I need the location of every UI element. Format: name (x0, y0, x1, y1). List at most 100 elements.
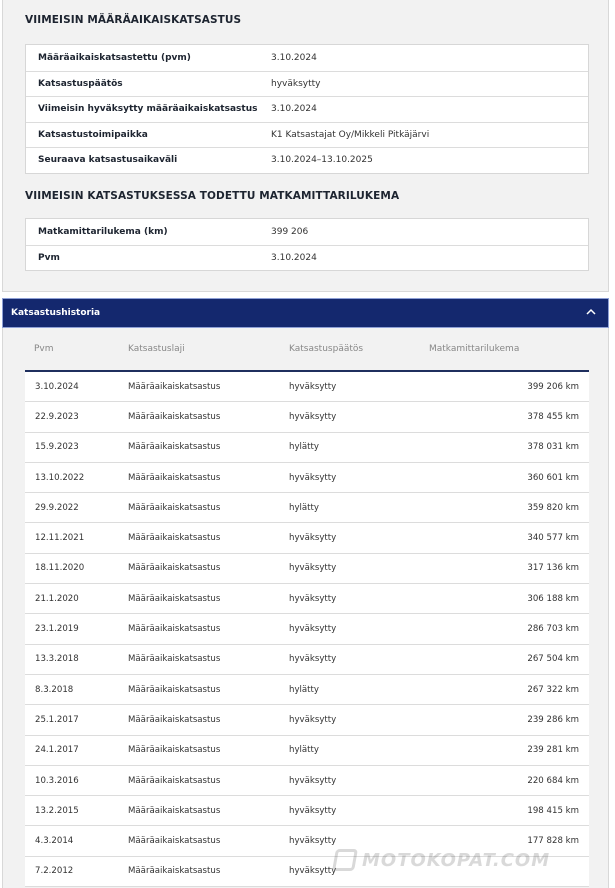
kv-row: Pvm 3.10.2024 (26, 244, 588, 271)
kv-row: Viimeisin hyväksytty määräaikaiskatsastu… (26, 96, 588, 122)
cell-result: hyväksytty (289, 472, 337, 483)
cell-odometer: 220 684 km (527, 775, 579, 786)
kv-value: 3.10.2024 (271, 104, 317, 115)
cell-date: 13.2.2015 (35, 805, 79, 816)
kv-label: Matkamittarilukema (km) (38, 226, 168, 237)
cell-result: hyväksytty (289, 533, 337, 544)
cell-type: Määräaikaiskatsastus (128, 472, 221, 483)
cell-odometer: 306 188 km (527, 593, 579, 604)
cell-date: 23.1.2019 (35, 624, 79, 635)
cell-type: Määräaikaiskatsastus (128, 381, 221, 392)
table-row: 10.3.2016 Määräaikaiskatsastus hyväksytty 2… (25, 765, 589, 797)
kv-row: Katsastustoimipaikka K1 Katsastajat Oy/M… (26, 121, 588, 148)
table-row: 7.2.2012 Määräaikaiskatsastus hyväksytty (25, 856, 589, 888)
kv-value: 399 206 (271, 226, 309, 237)
cell-result: hyväksytty (289, 836, 337, 847)
cell-type: Määräaikaiskatsastus (128, 714, 221, 725)
cell-result: hyväksytty (289, 866, 337, 877)
table-row: 4.3.2014 Määräaikaiskatsastus hyväksytty 17… (25, 826, 589, 857)
table-row: 3.10.2024 Määräaikaiskatsastus hyväksytty 3… (25, 372, 589, 403)
cell-date: 21.1.2020 (35, 593, 79, 604)
cell-date: 7.2.2012 (35, 866, 74, 877)
chevron-up-icon[interactable] (586, 308, 596, 318)
cell-type: Määräaikaiskatsastus (128, 654, 221, 665)
kv-label: Katsastustoimipaikka (38, 129, 148, 140)
cell-result: hyväksytty (289, 381, 337, 392)
cell-result: hylätty (289, 745, 320, 756)
table-row: 13.10.2022 Määräaikaiskatsastus hyväksytty… (25, 462, 589, 494)
cell-date: 24.1.2017 (35, 745, 79, 756)
cell-odometer: 317 136 km (527, 563, 579, 574)
cell-odometer: 267 322 km (527, 684, 579, 695)
history-accordion-header[interactable]: Katsastushistoria (2, 298, 609, 328)
kv-value: 3.10.2024 (271, 252, 317, 263)
cell-type: Määräaikaiskatsastus (128, 563, 221, 574)
cell-type: Määräaikaiskatsastus (128, 593, 221, 604)
latest-inspection-title: VIIMEISIN MÄÄRÄAIKAISKATSASTUS (25, 14, 242, 26)
cell-type: Määräaikaiskatsastus (128, 411, 221, 422)
cell-date: 15.9.2023 (35, 442, 79, 453)
cell-result: hylätty (289, 442, 320, 453)
cell-date: 3.10.2024 (35, 381, 79, 392)
kv-row: Matkamittarilukema (km) 399 206 (26, 219, 588, 245)
odometer-title: VIIMEISIN KATSASTUKSESSA TODETTU MATKAMI… (25, 190, 400, 202)
cell-odometer: 239 286 km (527, 714, 579, 725)
cell-odometer: 286 703 km (527, 624, 579, 635)
cell-result: hyväksytty (289, 563, 337, 574)
table-row: 25.1.2017 Määräaikaiskatsastus hyväksytty 2… (25, 705, 589, 736)
cell-result: hyväksytty (289, 411, 337, 422)
cell-type: Määräaikaiskatsastus (128, 624, 221, 635)
cell-date: 22.9.2023 (35, 411, 79, 422)
column-header-type: Katsastuslaji (128, 344, 185, 354)
cell-type: Määräaikaiskatsastus (128, 836, 221, 847)
kv-label: Seuraava katsastusaikaväli (38, 155, 178, 166)
column-header-result: Katsastuspäätös (289, 344, 364, 354)
table-row: 22.9.2023 Määräaikaiskatsastus hyväksytty 3… (25, 402, 589, 433)
kv-label: Määräaikaiskatsastettu (pvm) (38, 52, 191, 63)
cell-type: Määräaikaiskatsastus (128, 745, 221, 756)
cell-date: 4.3.2014 (35, 836, 74, 847)
kv-label: Katsastuspäätös (38, 78, 123, 89)
cell-odometer: 239 281 km (527, 745, 579, 756)
cell-result: hyväksytty (289, 654, 337, 665)
cell-date: 10.3.2016 (35, 775, 79, 786)
cell-odometer: 177 828 km (527, 836, 579, 847)
table-row: 24.1.2017 Määräaikaiskatsastus hylätty 239 … (25, 735, 589, 766)
cell-odometer: 360 601 km (527, 472, 579, 483)
cell-date: 18.11.2020 (35, 563, 85, 574)
cell-type: Määräaikaiskatsastus (128, 866, 221, 877)
cell-date: 8.3.2018 (35, 684, 74, 695)
table-row: 18.11.2020 Määräaikaiskatsastus hyväksytty… (25, 553, 589, 585)
cell-result: hyväksytty (289, 714, 337, 725)
cell-result: hyväksytty (289, 775, 337, 786)
cell-odometer: 399 206 km (527, 381, 579, 392)
cell-result: hylätty (289, 502, 320, 513)
cell-odometer: 359 820 km (527, 502, 579, 513)
cell-odometer: 267 504 km (527, 654, 579, 665)
cell-result: hylätty (289, 684, 320, 695)
kv-label: Viimeisin hyväksytty määräaikaiskatsastu… (38, 104, 258, 115)
kv-label: Pvm (38, 252, 60, 263)
cell-type: Määräaikaiskatsastus (128, 502, 221, 513)
odometer-table: Matkamittarilukema (km) 399 206 Pvm 3.10… (25, 218, 589, 271)
history-table-header: Pvm Katsastuslaji Katsastuspäätös Matkam… (25, 344, 589, 372)
kv-row: Määräaikaiskatsastettu (pvm) 3.10.2024 (26, 45, 588, 71)
latest-inspection-table: Määräaikaiskatsastettu (pvm) 3.10.2024 K… (25, 44, 589, 174)
kv-value: 3.10.2024–13.10.2025 (271, 155, 373, 166)
cell-odometer: 378 031 km (527, 442, 579, 453)
inspection-summary-panel: VIIMEISIN MÄÄRÄAIKAISKATSASTUS Määräaika… (2, 0, 609, 292)
kv-row: Seuraava katsastusaikaväli 3.10.2024–13.… (26, 147, 588, 173)
cell-type: Määräaikaiskatsastus (128, 775, 221, 786)
cell-date: 25.1.2017 (35, 714, 79, 725)
table-row: 12.11.2021 Määräaikaiskatsastus hyväksytty… (25, 523, 589, 554)
kv-value: K1 Katsastajat Oy/Mikkeli Pitkäjärvi (271, 129, 430, 140)
cell-date: 29.9.2022 (35, 502, 79, 513)
cell-odometer: 340 577 km (527, 533, 579, 544)
table-row: 8.3.2018 Määräaikaiskatsastus hylätty 267 3… (25, 674, 589, 706)
column-header-date: Pvm (34, 344, 54, 354)
cell-type: Määräaikaiskatsastus (128, 442, 221, 453)
cell-date: 13.10.2022 (35, 472, 85, 483)
kv-value: 3.10.2024 (271, 52, 317, 63)
cell-odometer: 198 415 km (527, 805, 579, 816)
column-header-odometer: Matkamittarilukema (429, 344, 520, 354)
